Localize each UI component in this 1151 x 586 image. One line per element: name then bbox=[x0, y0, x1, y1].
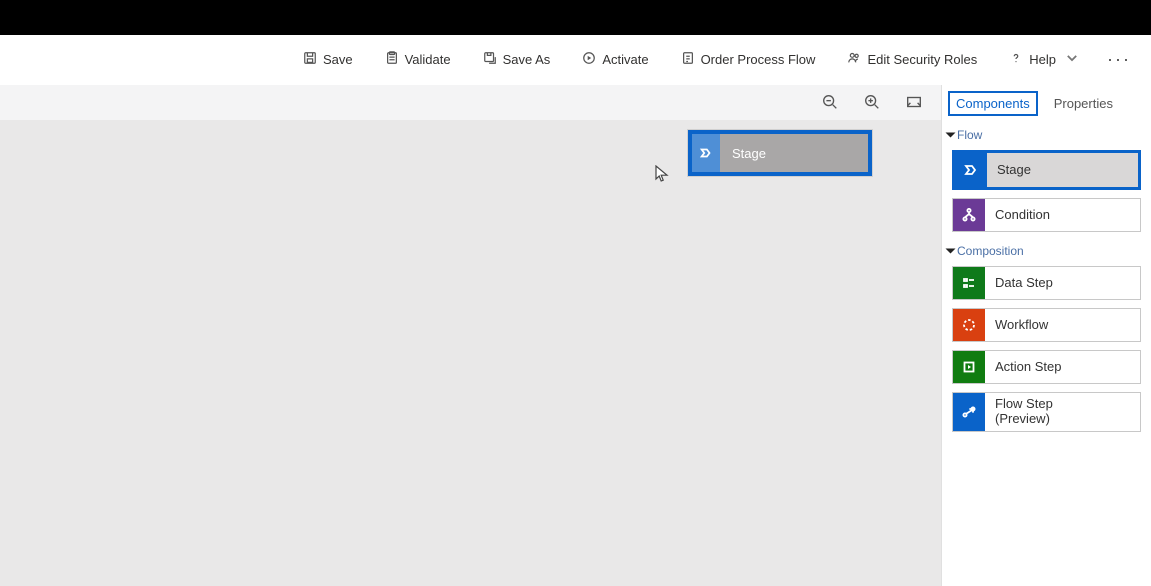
zoom-in-button[interactable] bbox=[863, 93, 881, 114]
edit-roles-label: Edit Security Roles bbox=[867, 52, 977, 67]
canvas-header-strip bbox=[0, 85, 941, 120]
condition-icon bbox=[953, 199, 985, 231]
action-step-icon bbox=[953, 351, 985, 383]
component-workflow-label: Workflow bbox=[985, 318, 1048, 333]
activate-label: Activate bbox=[602, 52, 648, 67]
component-action-step-label: Action Step bbox=[985, 360, 1062, 375]
section-flow-label: Flow bbox=[957, 128, 982, 142]
component-flow-step-label: Flow Step (Preview) bbox=[985, 397, 1053, 427]
fit-to-screen-button[interactable] bbox=[905, 93, 923, 114]
chevron-down-icon bbox=[1065, 51, 1079, 68]
component-data-step-label: Data Step bbox=[985, 276, 1053, 291]
save-as-button[interactable]: Save As bbox=[475, 47, 559, 72]
stage-icon bbox=[955, 153, 987, 187]
main-area: Stage Components Properties Flow Stage bbox=[0, 85, 1151, 586]
dragged-stage-tile[interactable]: Stage bbox=[688, 130, 872, 176]
help-button[interactable]: Help bbox=[1001, 47, 1087, 72]
more-menu-button[interactable]: ··· bbox=[1107, 49, 1131, 70]
order-icon bbox=[681, 51, 695, 68]
clipboard-icon bbox=[385, 51, 399, 68]
order-label: Order Process Flow bbox=[701, 52, 816, 67]
right-panel-tabs: Components Properties bbox=[942, 85, 1151, 126]
zoom-out-button[interactable] bbox=[821, 93, 839, 114]
component-condition-label: Condition bbox=[985, 208, 1050, 223]
cursor-icon bbox=[655, 165, 669, 183]
data-step-icon bbox=[953, 267, 985, 299]
save-button[interactable]: Save bbox=[295, 47, 361, 72]
order-process-flow-button[interactable]: Order Process Flow bbox=[673, 47, 824, 72]
component-flow-step[interactable]: Flow Step (Preview) bbox=[952, 392, 1141, 432]
section-header-flow[interactable]: Flow bbox=[942, 126, 1151, 146]
save-label: Save bbox=[323, 52, 353, 67]
collapse-triangle-icon bbox=[946, 249, 956, 254]
help-label: Help bbox=[1029, 52, 1056, 67]
component-action-step[interactable]: Action Step bbox=[952, 350, 1141, 384]
flow-step-icon bbox=[953, 393, 985, 431]
save-icon bbox=[303, 51, 317, 68]
validate-label: Validate bbox=[405, 52, 451, 67]
save-as-label: Save As bbox=[503, 52, 551, 67]
tab-properties[interactable]: Properties bbox=[1048, 93, 1119, 114]
tab-components[interactable]: Components bbox=[948, 91, 1038, 116]
collapse-triangle-icon bbox=[946, 133, 956, 138]
component-stage-label: Stage bbox=[987, 163, 1031, 178]
section-composition-label: Composition bbox=[957, 244, 1024, 258]
right-panel: Components Properties Flow Stage Conditi… bbox=[941, 85, 1151, 586]
design-canvas[interactable]: Stage bbox=[0, 85, 941, 586]
edit-security-roles-button[interactable]: Edit Security Roles bbox=[839, 47, 985, 72]
activate-button[interactable]: Activate bbox=[574, 47, 656, 72]
activate-icon bbox=[582, 51, 596, 68]
section-header-composition[interactable]: Composition bbox=[942, 242, 1151, 262]
component-workflow[interactable]: Workflow bbox=[952, 308, 1141, 342]
validate-button[interactable]: Validate bbox=[377, 47, 459, 72]
component-condition[interactable]: Condition bbox=[952, 198, 1141, 232]
people-icon bbox=[847, 51, 861, 68]
save-as-icon bbox=[483, 51, 497, 68]
toolbar: Save Validate Save As Activate Order Pro… bbox=[0, 35, 1151, 85]
zoom-controls bbox=[821, 93, 923, 114]
app-header-bar bbox=[0, 0, 1151, 35]
help-icon bbox=[1009, 51, 1023, 68]
workflow-icon bbox=[953, 309, 985, 341]
component-data-step[interactable]: Data Step bbox=[952, 266, 1141, 300]
stage-icon bbox=[692, 134, 720, 172]
component-stage[interactable]: Stage bbox=[952, 150, 1141, 190]
dragged-stage-label: Stage bbox=[720, 146, 766, 161]
